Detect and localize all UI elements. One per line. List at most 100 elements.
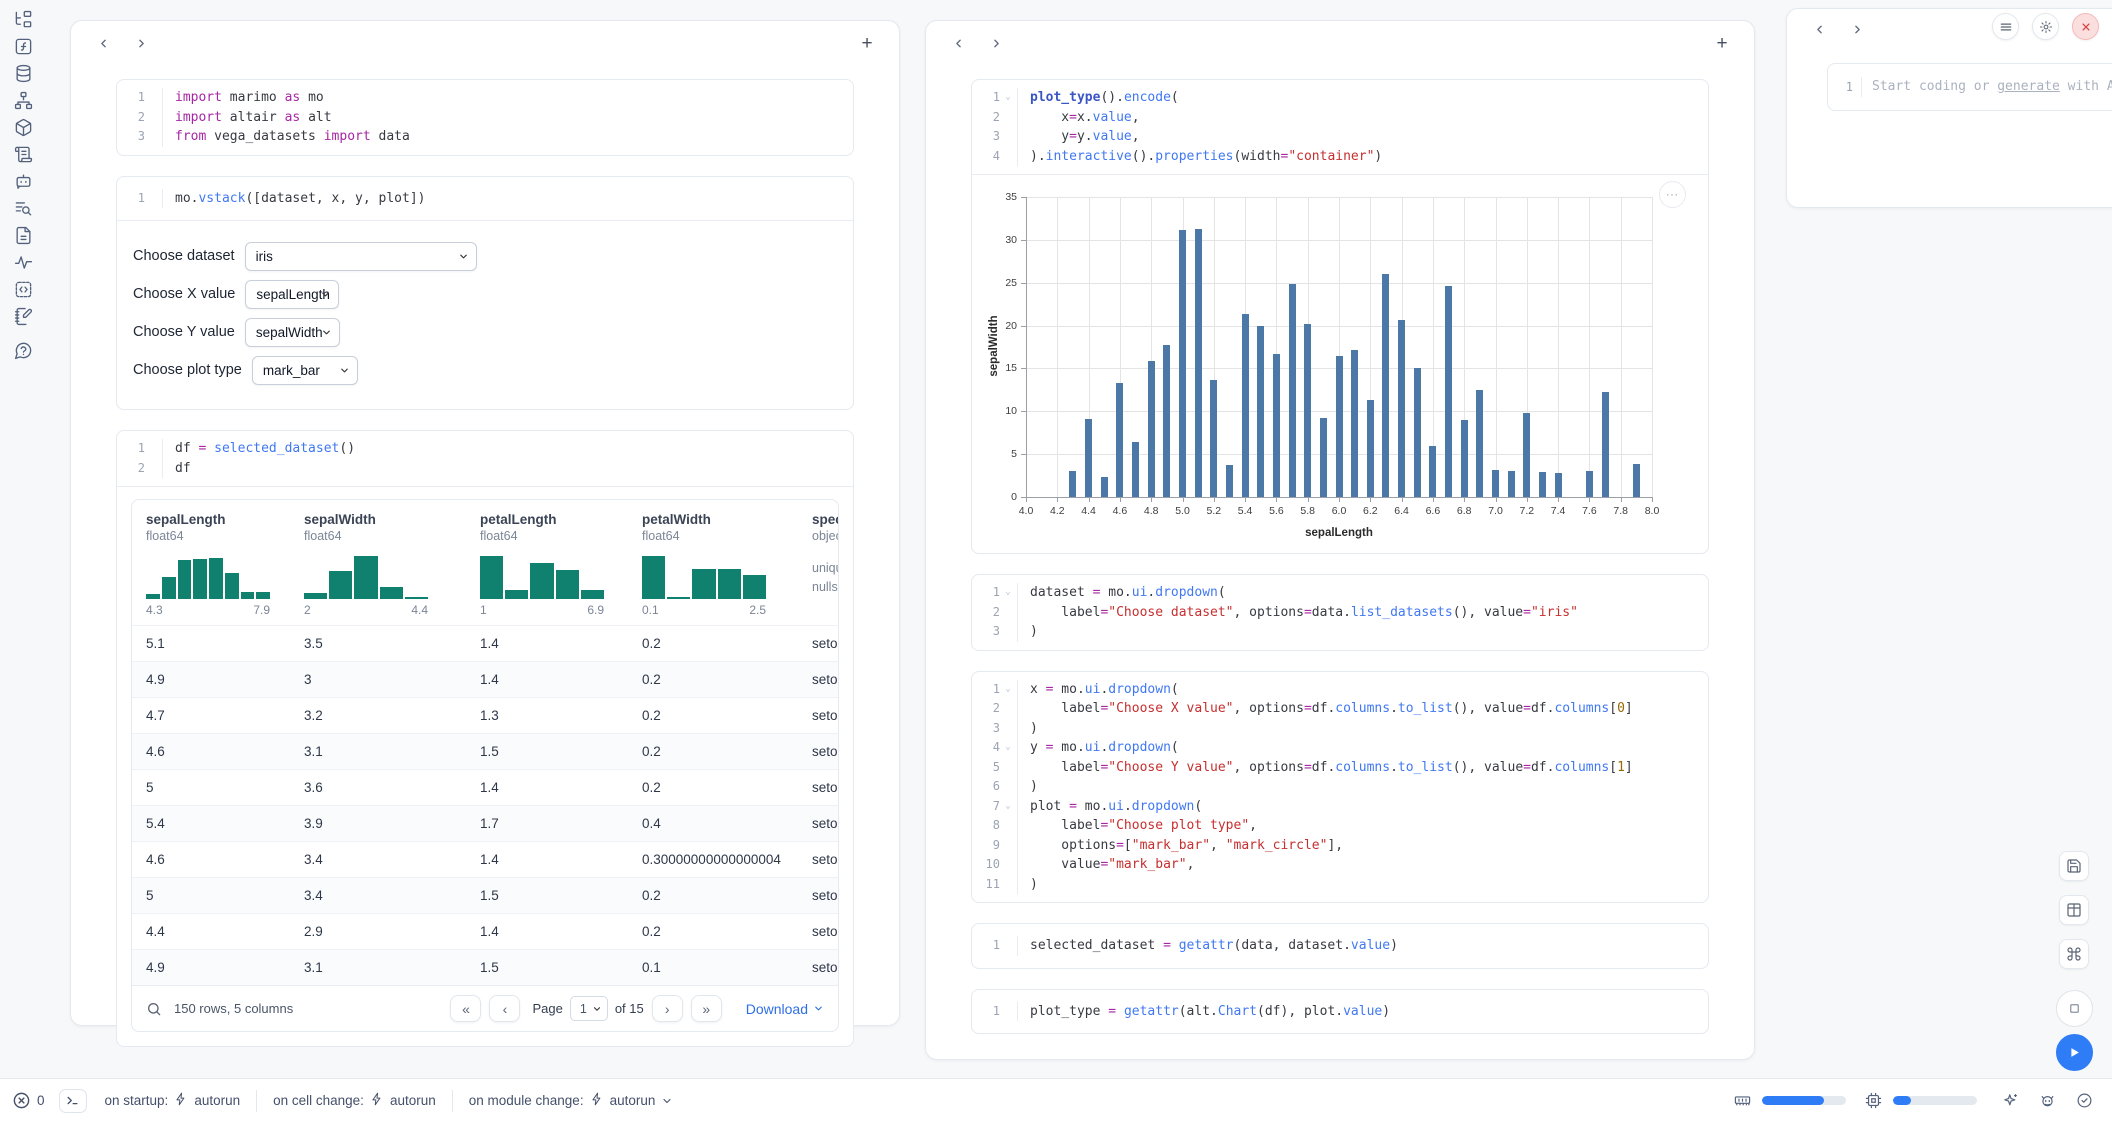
shutdown-button[interactable]	[2072, 13, 2099, 40]
code-content[interactable]: plot_type = getattr(alt.Chart(df), plot.…	[1018, 1002, 1390, 1022]
code-cell-dataset-dropdown[interactable]: 1⌄dataset = mo.ui.dropdown(2 label="Choo…	[971, 574, 1709, 651]
dropdown-select[interactable]: mark_bar	[252, 356, 358, 385]
chart-bar[interactable]	[1320, 418, 1327, 497]
fold-toggle-icon[interactable]: ⌄	[1000, 680, 1016, 700]
file-tree-icon[interactable]	[9, 6, 39, 33]
chart-bar[interactable]	[1289, 284, 1296, 497]
chart-bar[interactable]	[1523, 413, 1530, 497]
code-cell-selected-dataset[interactable]: 1selected_dataset = getattr(data, datase…	[971, 923, 1709, 969]
code-content[interactable]: label="Choose dataset", options=data.lis…	[1018, 603, 1578, 623]
code-content[interactable]: plot = mo.ui.dropdown(	[1018, 797, 1202, 817]
empty-code-cell[interactable]: 1 Start coding or generate with AI	[1827, 63, 2112, 111]
packages-icon[interactable]	[9, 114, 39, 141]
add-cell-button[interactable]: +	[1710, 31, 1734, 55]
code-content[interactable]: x=x.value,	[1018, 108, 1140, 128]
logs-icon[interactable]	[9, 195, 39, 222]
chart-bar[interactable]	[1210, 380, 1217, 497]
chart-bar[interactable]	[1242, 314, 1249, 497]
chart-bar[interactable]	[1586, 471, 1593, 497]
chart-plot-area[interactable]: 051015202530354.04.24.44.64.85.05.25.45.…	[1026, 197, 1652, 497]
chart-bar[interactable]	[1461, 420, 1468, 497]
chart-bar[interactable]	[1351, 350, 1358, 497]
code-content[interactable]: ).interactive().properties(width="contai…	[1018, 147, 1382, 167]
dropdown-select[interactable]: sepalLength	[245, 280, 339, 309]
chart-bar[interactable]	[1429, 446, 1436, 497]
page-select[interactable]: 1	[570, 996, 608, 1021]
download-button[interactable]: Download	[746, 1001, 824, 1017]
code-content[interactable]: mo.vstack([dataset, x, y, plot])	[163, 189, 425, 209]
chatbot-icon[interactable]	[9, 168, 39, 195]
code-cell-vstack[interactable]: 1mo.vstack([dataset, x, y, plot]) Choose…	[116, 176, 854, 411]
run-all-button[interactable]	[2056, 1034, 2093, 1071]
code-editor-placeholder[interactable]: Start coding or generate with AI	[1862, 77, 2112, 97]
column-header[interactable]: sepalLengthfloat644.37.9	[132, 500, 290, 625]
column-header[interactable]: sepalWidthfloat6424.4	[290, 500, 466, 625]
chart-bar[interactable]	[1555, 473, 1562, 497]
chevron-right-icon[interactable]	[984, 31, 1008, 55]
chevron-left-icon[interactable]	[946, 31, 970, 55]
chevron-right-icon[interactable]	[129, 31, 153, 55]
chart-bar[interactable]	[1148, 361, 1155, 497]
chart-bar[interactable]	[1398, 320, 1405, 497]
chart-bar[interactable]	[1226, 465, 1233, 497]
chart-bar[interactable]	[1633, 464, 1640, 497]
code-content[interactable]: import marimo as mo	[163, 88, 324, 108]
chart-bar[interactable]	[1163, 345, 1170, 497]
snippets-icon[interactable]	[9, 222, 39, 249]
chart-bar[interactable]	[1508, 471, 1515, 497]
chevron-right-icon[interactable]	[1845, 17, 1869, 41]
connection-status-button[interactable]	[2075, 1091, 2094, 1110]
datasources-icon[interactable]	[9, 60, 39, 87]
add-cell-button[interactable]: +	[855, 31, 879, 55]
chart-bar[interactable]	[1273, 354, 1280, 497]
help-icon[interactable]	[9, 337, 39, 364]
chevron-left-icon[interactable]	[1807, 17, 1831, 41]
generate-with-ai-link[interactable]: generate	[1997, 79, 2060, 94]
autorun-setting[interactable]: on cell change:autorun	[257, 1092, 452, 1109]
code-cell-plot[interactable]: 1⌄plot_type().encode(2 x=x.value,3 y=y.v…	[971, 79, 1709, 554]
dependency-graph-icon[interactable]	[9, 87, 39, 114]
dropdown-select[interactable]: sepalWidth	[245, 318, 340, 347]
chart-bar[interactable]	[1445, 286, 1452, 497]
code-content[interactable]: y=y.value,	[1018, 127, 1140, 147]
fold-toggle-icon[interactable]: ⌄	[1000, 797, 1016, 817]
code-content[interactable]: )	[1018, 777, 1038, 797]
search-icon[interactable]	[146, 1001, 162, 1017]
autorun-setting[interactable]: on startup:autorun	[105, 1092, 257, 1109]
code-content[interactable]: label="Choose plot type",	[1018, 816, 1257, 836]
code-cell-xy-plot-dropdowns[interactable]: 1⌄x = mo.ui.dropdown(2 label="Choose X v…	[971, 671, 1709, 904]
last-page-button[interactable]: »	[691, 995, 722, 1022]
code-content[interactable]: label="Choose Y value", options=df.colum…	[1018, 758, 1633, 778]
chart-bar[interactable]	[1492, 470, 1499, 497]
error-indicator[interactable]: 0	[12, 1091, 45, 1110]
save-button[interactable]	[2059, 851, 2089, 881]
code-content[interactable]: label="Choose X value", options=df.colum…	[1018, 699, 1633, 719]
chart-bar[interactable]	[1539, 472, 1546, 497]
chart-bar[interactable]	[1257, 326, 1264, 497]
column-header[interactable]: petalLengthfloat6416.9	[466, 500, 628, 625]
functions-icon[interactable]	[9, 33, 39, 60]
code-content[interactable]: plot_type().encode(	[1018, 88, 1179, 108]
first-page-button[interactable]: «	[450, 995, 481, 1022]
code-cell-imports[interactable]: 1import marimo as mo2import altair as al…	[116, 79, 854, 156]
code-cell-dataframe[interactable]: 1df = selected_dataset()2df sepalLengthf…	[116, 430, 854, 1047]
chart-bar[interactable]	[1101, 477, 1108, 497]
scripts-icon[interactable]	[9, 141, 39, 168]
column-header[interactable]: petalWidthfloat640.12.5	[628, 500, 798, 625]
chevron-left-icon[interactable]	[91, 31, 115, 55]
chart-bar[interactable]	[1116, 383, 1123, 497]
prev-page-button[interactable]: ‹	[489, 995, 520, 1022]
interrupt-button[interactable]	[2056, 990, 2093, 1027]
code-viewer-icon[interactable]	[9, 276, 39, 303]
code-content[interactable]: from vega_datasets import data	[163, 127, 410, 147]
chart-bar[interactable]	[1069, 471, 1076, 497]
code-content[interactable]: )	[1018, 719, 1038, 739]
autorun-setting[interactable]: on module change:autorun	[453, 1092, 690, 1109]
chart-bar[interactable]	[1476, 390, 1483, 497]
layout-toggle-button[interactable]	[2059, 895, 2089, 925]
chart-bar[interactable]	[1195, 229, 1202, 497]
chart-bar[interactable]	[1367, 400, 1374, 497]
chart-bar[interactable]	[1382, 274, 1389, 497]
scratchpad-icon[interactable]	[9, 303, 39, 330]
terminal-button[interactable]	[59, 1089, 87, 1113]
